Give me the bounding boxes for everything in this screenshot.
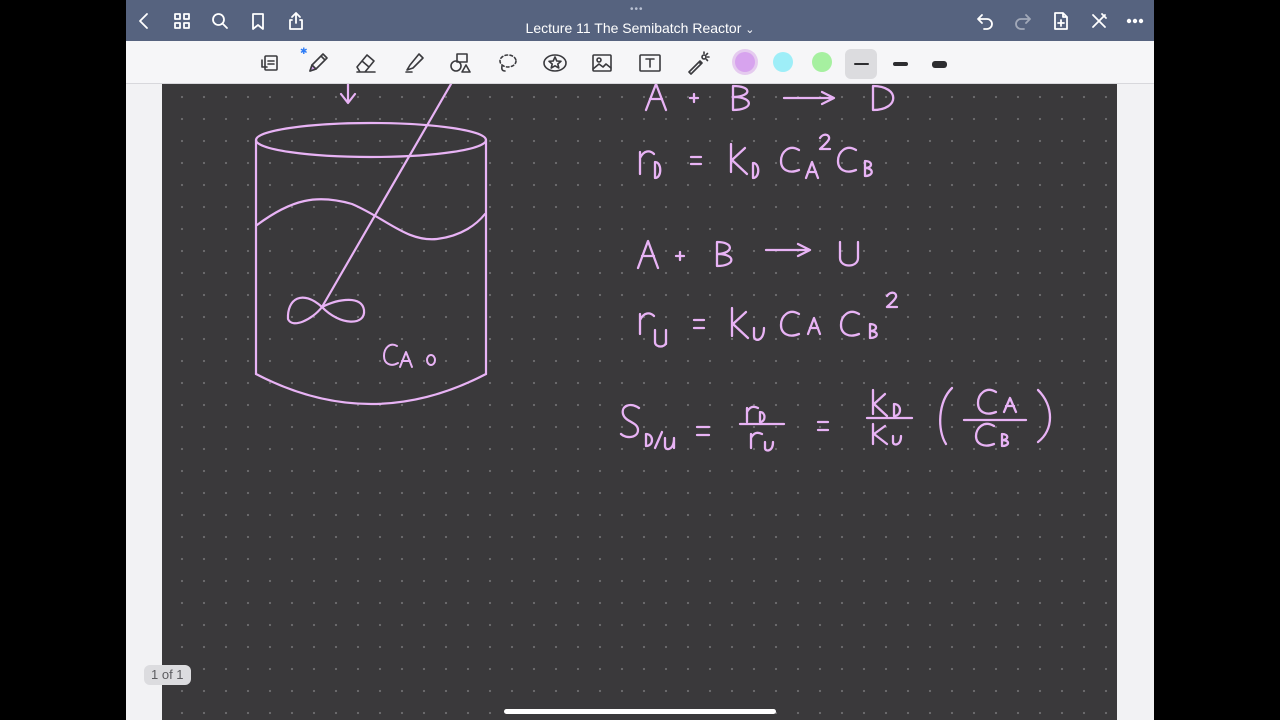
add-page-icon bbox=[1054, 12, 1068, 30]
page-indicator: 1 of 1 bbox=[144, 665, 191, 685]
image-tool[interactable] bbox=[588, 50, 616, 76]
stroke-width-thick[interactable] bbox=[923, 49, 955, 79]
stroke-width-thin[interactable] bbox=[845, 49, 877, 79]
laser-pointer-icon bbox=[688, 51, 710, 75]
agitator-shaft bbox=[320, 84, 453, 309]
semibatch-tank-sketch bbox=[254, 84, 488, 406]
drawing-toolbar: ✱ bbox=[126, 41, 1154, 84]
add-page-button[interactable] bbox=[1048, 8, 1074, 34]
shapes-icon bbox=[450, 53, 471, 73]
color-swatch-purple[interactable] bbox=[735, 52, 755, 72]
text-tool[interactable] bbox=[636, 50, 664, 76]
redo-button[interactable] bbox=[1010, 8, 1036, 34]
color-swatch-cyan[interactable] bbox=[773, 52, 793, 72]
home-indicator[interactable] bbox=[504, 709, 776, 714]
rate-2-ink bbox=[638, 291, 899, 348]
handwriting-layer bbox=[254, 84, 1052, 452]
undo-button[interactable] bbox=[972, 8, 998, 34]
highlighter-icon bbox=[405, 53, 424, 73]
no-edit-icon bbox=[1092, 13, 1107, 28]
feed-arrow bbox=[339, 84, 357, 105]
bluetooth-pencil-icon: ✱ bbox=[300, 46, 308, 56]
selectivity-ink bbox=[619, 386, 1052, 452]
close-toolbar-button[interactable] bbox=[1086, 8, 1112, 34]
stroke-width-medium[interactable] bbox=[884, 49, 916, 79]
shapes-tool[interactable] bbox=[446, 50, 474, 76]
title-chevron-icon[interactable]: ⌄ bbox=[745, 24, 754, 36]
undo-icon bbox=[977, 14, 993, 30]
laser-pointer-tool[interactable] bbox=[684, 50, 712, 76]
sticker-icon bbox=[543, 54, 567, 72]
title-bar: ••• Lecture 11 The Semibatch Reactor ⌄ bbox=[126, 0, 1154, 41]
lasso-tool[interactable] bbox=[494, 50, 522, 76]
sticker-tool[interactable] bbox=[541, 50, 569, 76]
lasso-ocr-tool[interactable] bbox=[256, 50, 284, 76]
image-icon bbox=[592, 54, 612, 72]
notes-app-window: ••• Lecture 11 The Semibatch Reactor ⌄ ✱… bbox=[126, 0, 1154, 720]
color-swatch-green[interactable] bbox=[812, 52, 832, 72]
tank-bottom bbox=[254, 372, 488, 406]
document-title-text[interactable]: Lecture 11 The Semibatch Reactor bbox=[526, 20, 742, 36]
lasso-ocr-icon bbox=[261, 55, 278, 71]
redo-icon bbox=[1015, 14, 1031, 30]
multitasking-grabber[interactable]: ••• bbox=[630, 4, 644, 15]
tank-label-ca0 bbox=[383, 343, 436, 368]
tank-walls bbox=[254, 138, 488, 376]
pen-tool[interactable] bbox=[304, 50, 332, 76]
eraser-icon bbox=[356, 54, 376, 73]
highlighter-tool[interactable] bbox=[400, 50, 428, 76]
reaction-1-ink bbox=[644, 84, 895, 112]
rate-1-ink bbox=[638, 133, 873, 180]
more-button[interactable] bbox=[1122, 8, 1148, 34]
text-icon bbox=[639, 54, 661, 72]
eraser-tool[interactable] bbox=[352, 50, 380, 76]
ellipsis-icon bbox=[1126, 18, 1144, 24]
document-title[interactable]: Lecture 11 The Semibatch Reactor ⌄ bbox=[126, 20, 1154, 36]
liquid-surface bbox=[255, 198, 487, 241]
tank-top-rim bbox=[254, 121, 488, 159]
lasso-icon bbox=[499, 54, 517, 72]
reaction-2-ink bbox=[636, 239, 860, 270]
pen-icon bbox=[309, 53, 328, 72]
note-page-canvas[interactable] bbox=[162, 84, 1117, 720]
